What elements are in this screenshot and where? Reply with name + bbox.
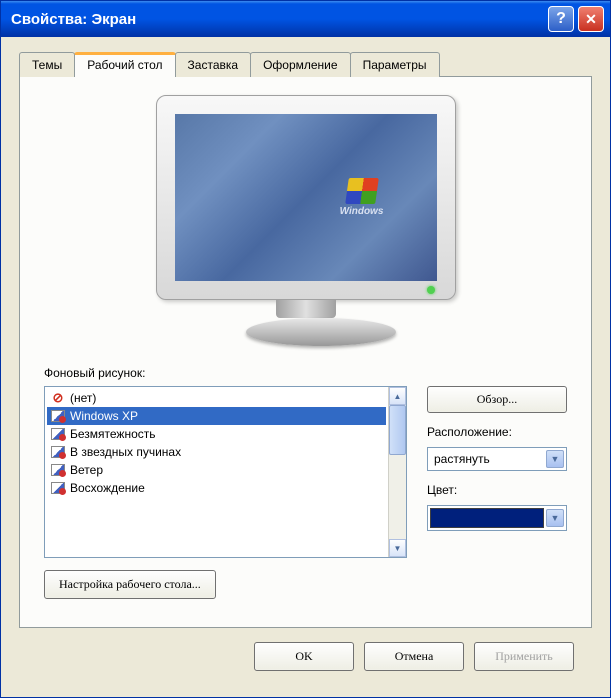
color-label: Цвет:	[427, 483, 567, 497]
tab-appearance[interactable]: Оформление	[250, 52, 350, 77]
background-label: Фоновый рисунок:	[44, 366, 567, 380]
list-item[interactable]: Windows XP	[47, 407, 386, 425]
list-item[interactable]: ⊘ (нет)	[47, 389, 386, 407]
position-value: растянуть	[434, 452, 546, 466]
scroll-down-button[interactable]: ▼	[389, 539, 406, 557]
list-item-label: Ветер	[70, 463, 103, 477]
dropdown-arrow: ▼	[546, 450, 564, 468]
list-item[interactable]: В звездных пучинах	[47, 443, 386, 461]
chevron-down-icon: ▼	[551, 513, 560, 523]
background-options: Обзор... Расположение: растянуть ▼ Цвет:…	[427, 386, 567, 558]
image-file-icon	[50, 409, 66, 423]
close-icon: ✕	[585, 11, 597, 28]
image-file-icon	[51, 464, 65, 476]
window-title: Свойства: Экран	[11, 11, 544, 28]
customize-desktop-button[interactable]: Настройка рабочего стола...	[44, 570, 216, 599]
tab-strip: Темы Рабочий стол Заставка Оформление Па…	[19, 51, 592, 76]
list-item-label: Безмятежность	[70, 427, 156, 441]
image-file-icon	[50, 445, 66, 459]
scroll-up-button[interactable]: ▲	[389, 387, 406, 405]
preview-area: Windows	[44, 95, 567, 350]
image-file-icon	[50, 463, 66, 477]
windows-flag-icon	[345, 178, 379, 204]
position-dropdown[interactable]: растянуть ▼	[427, 447, 567, 471]
monitor-power-led-icon	[427, 286, 435, 294]
tab-screensaver[interactable]: Заставка	[175, 52, 252, 77]
image-file-icon	[51, 482, 65, 494]
listbox-scrollbar[interactable]: ▲ ▼	[388, 387, 406, 557]
client-area: Темы Рабочий стол Заставка Оформление Па…	[1, 37, 610, 689]
background-row: ⊘ (нет) Windows XP Безмятежность В звездных …	[44, 386, 567, 558]
monitor-frame: Windows	[156, 95, 456, 300]
list-item[interactable]: Ветер	[47, 461, 386, 479]
monitor-preview: Windows	[156, 95, 456, 350]
xp-logo: Windows	[317, 178, 407, 217]
chevron-up-icon: ▲	[394, 392, 402, 401]
tab-settings[interactable]: Параметры	[350, 52, 440, 77]
position-label: Расположение:	[427, 425, 567, 439]
ok-button[interactable]: OK	[254, 642, 354, 671]
tab-themes[interactable]: Темы	[19, 52, 75, 77]
image-file-icon	[51, 428, 65, 440]
tab-desktop[interactable]: Рабочий стол	[74, 52, 175, 77]
display-properties-window: Свойства: Экран ? ✕ Темы Рабочий стол За…	[0, 0, 611, 698]
image-file-icon	[51, 410, 65, 422]
browse-button[interactable]: Обзор...	[427, 386, 567, 413]
dialog-buttons: OK Отмена Применить	[19, 628, 592, 671]
list-item[interactable]: Восхождение	[47, 479, 386, 497]
chevron-down-icon: ▼	[551, 454, 560, 464]
chevron-down-icon: ▼	[394, 544, 402, 553]
help-icon: ?	[556, 10, 566, 28]
close-button[interactable]: ✕	[578, 6, 604, 32]
scroll-track[interactable]	[389, 405, 406, 539]
list-item-label: (нет)	[70, 391, 96, 405]
image-file-icon	[51, 446, 65, 458]
list-item[interactable]: Безмятежность	[47, 425, 386, 443]
wallpaper-items: ⊘ (нет) Windows XP Безмятежность В звездных …	[45, 387, 388, 557]
monitor-stand	[246, 300, 366, 350]
color-dropdown[interactable]: ▼	[427, 505, 567, 531]
none-icon: ⊘	[50, 391, 66, 405]
list-item-label: Восхождение	[70, 481, 145, 495]
customize-row: Настройка рабочего стола...	[44, 570, 567, 599]
cancel-button[interactable]: Отмена	[364, 642, 464, 671]
scroll-thumb[interactable]	[389, 405, 406, 455]
titlebar[interactable]: Свойства: Экран ? ✕	[1, 1, 610, 37]
image-file-icon	[50, 481, 66, 495]
dropdown-arrow: ▼	[546, 509, 564, 527]
wallpaper-listbox[interactable]: ⊘ (нет) Windows XP Безмятежность В звездных …	[44, 386, 407, 558]
color-swatch	[430, 508, 544, 528]
apply-button[interactable]: Применить	[474, 642, 574, 671]
tab-panel-desktop: Windows Фоновый рисунок: ⊘ (нет) Windows X…	[19, 76, 592, 628]
help-button[interactable]: ?	[548, 6, 574, 32]
list-item-label: Windows XP	[70, 409, 138, 423]
image-file-icon	[50, 427, 66, 441]
monitor-screen: Windows	[175, 114, 437, 281]
list-item-label: В звездных пучинах	[70, 445, 181, 459]
xp-logo-text: Windows	[317, 206, 407, 217]
